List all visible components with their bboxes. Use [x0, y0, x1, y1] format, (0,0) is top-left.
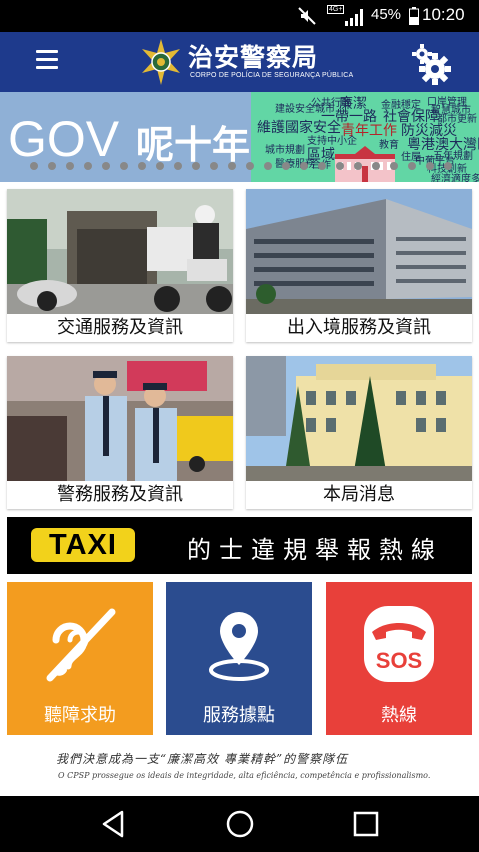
police-services-tile[interactable]: 警務服務及資訊	[7, 356, 233, 509]
hamburger-menu-icon[interactable]	[36, 50, 58, 72]
home-icon[interactable]	[225, 809, 255, 839]
recent-apps-icon[interactable]	[352, 810, 380, 838]
map-pin-icon	[209, 612, 269, 681]
immigration-services-tile[interactable]: 出入境服務及資訊	[246, 189, 472, 342]
app-header: 治安警察局 CORPO DE POLÍCIA DE SEGURANÇA PÚBL…	[0, 32, 479, 92]
headquarters-building-photo	[246, 356, 472, 481]
sos-phone-icon: SOS	[364, 606, 434, 682]
banner-logo: GOV	[8, 110, 119, 168]
tile-label: 本局消息	[246, 481, 472, 509]
hearing-impaired-help-button[interactable]: 聽障求助	[7, 582, 153, 735]
app-subtitle: CORPO DE POLÍCIA DE SEGURANÇA PÚBLICA	[190, 72, 354, 79]
promo-banner[interactable]: 公共行政 廉潔 金融穩定 口岸管理 智慧城市 建設安全城市 一帶一路 社會保障 …	[0, 92, 479, 182]
carousel-dots	[0, 162, 479, 170]
police-emblem-logo	[142, 39, 180, 85]
tile-label: 交通服務及資訊	[7, 314, 233, 342]
taxi-badge: TAXI	[31, 528, 135, 562]
gear-icon[interactable]	[408, 41, 452, 85]
tile-label: 警務服務及資訊	[7, 481, 233, 509]
battery-percent: 45%	[371, 6, 402, 23]
button-label: 服務據點	[203, 705, 275, 726]
battery-icon	[409, 7, 419, 25]
clock: 10:20	[422, 5, 465, 24]
mute-icon	[298, 7, 316, 25]
sos-text: SOS	[376, 648, 422, 673]
hotline-button[interactable]: SOS 熱線	[326, 582, 472, 735]
banner-word: 城市規劃	[265, 145, 305, 156]
back-icon[interactable]	[100, 810, 126, 838]
taxi-hotline-banner[interactable]: TAXI 的士違規舉報熱線	[7, 517, 472, 574]
network-type-badge: 4G+	[327, 5, 345, 14]
service-locations-button[interactable]: 服務據點	[166, 582, 312, 735]
banner-title: 呢十年	[136, 123, 251, 167]
banner-word: 經濟適度多元	[431, 174, 479, 182]
motto-chinese: 我們決意成為一支“廉潔高效 專業精幹”的警察隊伍	[56, 752, 349, 766]
police-officers-photo	[7, 356, 233, 481]
motto-portuguese: O CPSP prossegue os ideais de integridad…	[58, 771, 431, 780]
taxi-hotline-text: 的士違規舉報熱線	[187, 536, 443, 564]
tile-label: 出入境服務及資訊	[246, 314, 472, 342]
status-bar: 4G+ 45% 10:20	[0, 0, 479, 32]
immigration-building-photo	[246, 189, 472, 314]
bureau-news-tile[interactable]: 本局消息	[246, 356, 472, 509]
button-label: 熱線	[381, 705, 417, 726]
signal-icon	[345, 9, 363, 26]
banner-logo-text: GOV	[8, 111, 120, 167]
traffic-police-photo	[7, 189, 233, 314]
app-title: 治安警察局	[188, 43, 319, 72]
traffic-services-tile[interactable]: 交通服務及資訊	[7, 189, 233, 342]
android-nav-bar	[0, 796, 479, 852]
ear-icon	[46, 608, 116, 682]
button-label: 聽障求助	[44, 705, 116, 726]
